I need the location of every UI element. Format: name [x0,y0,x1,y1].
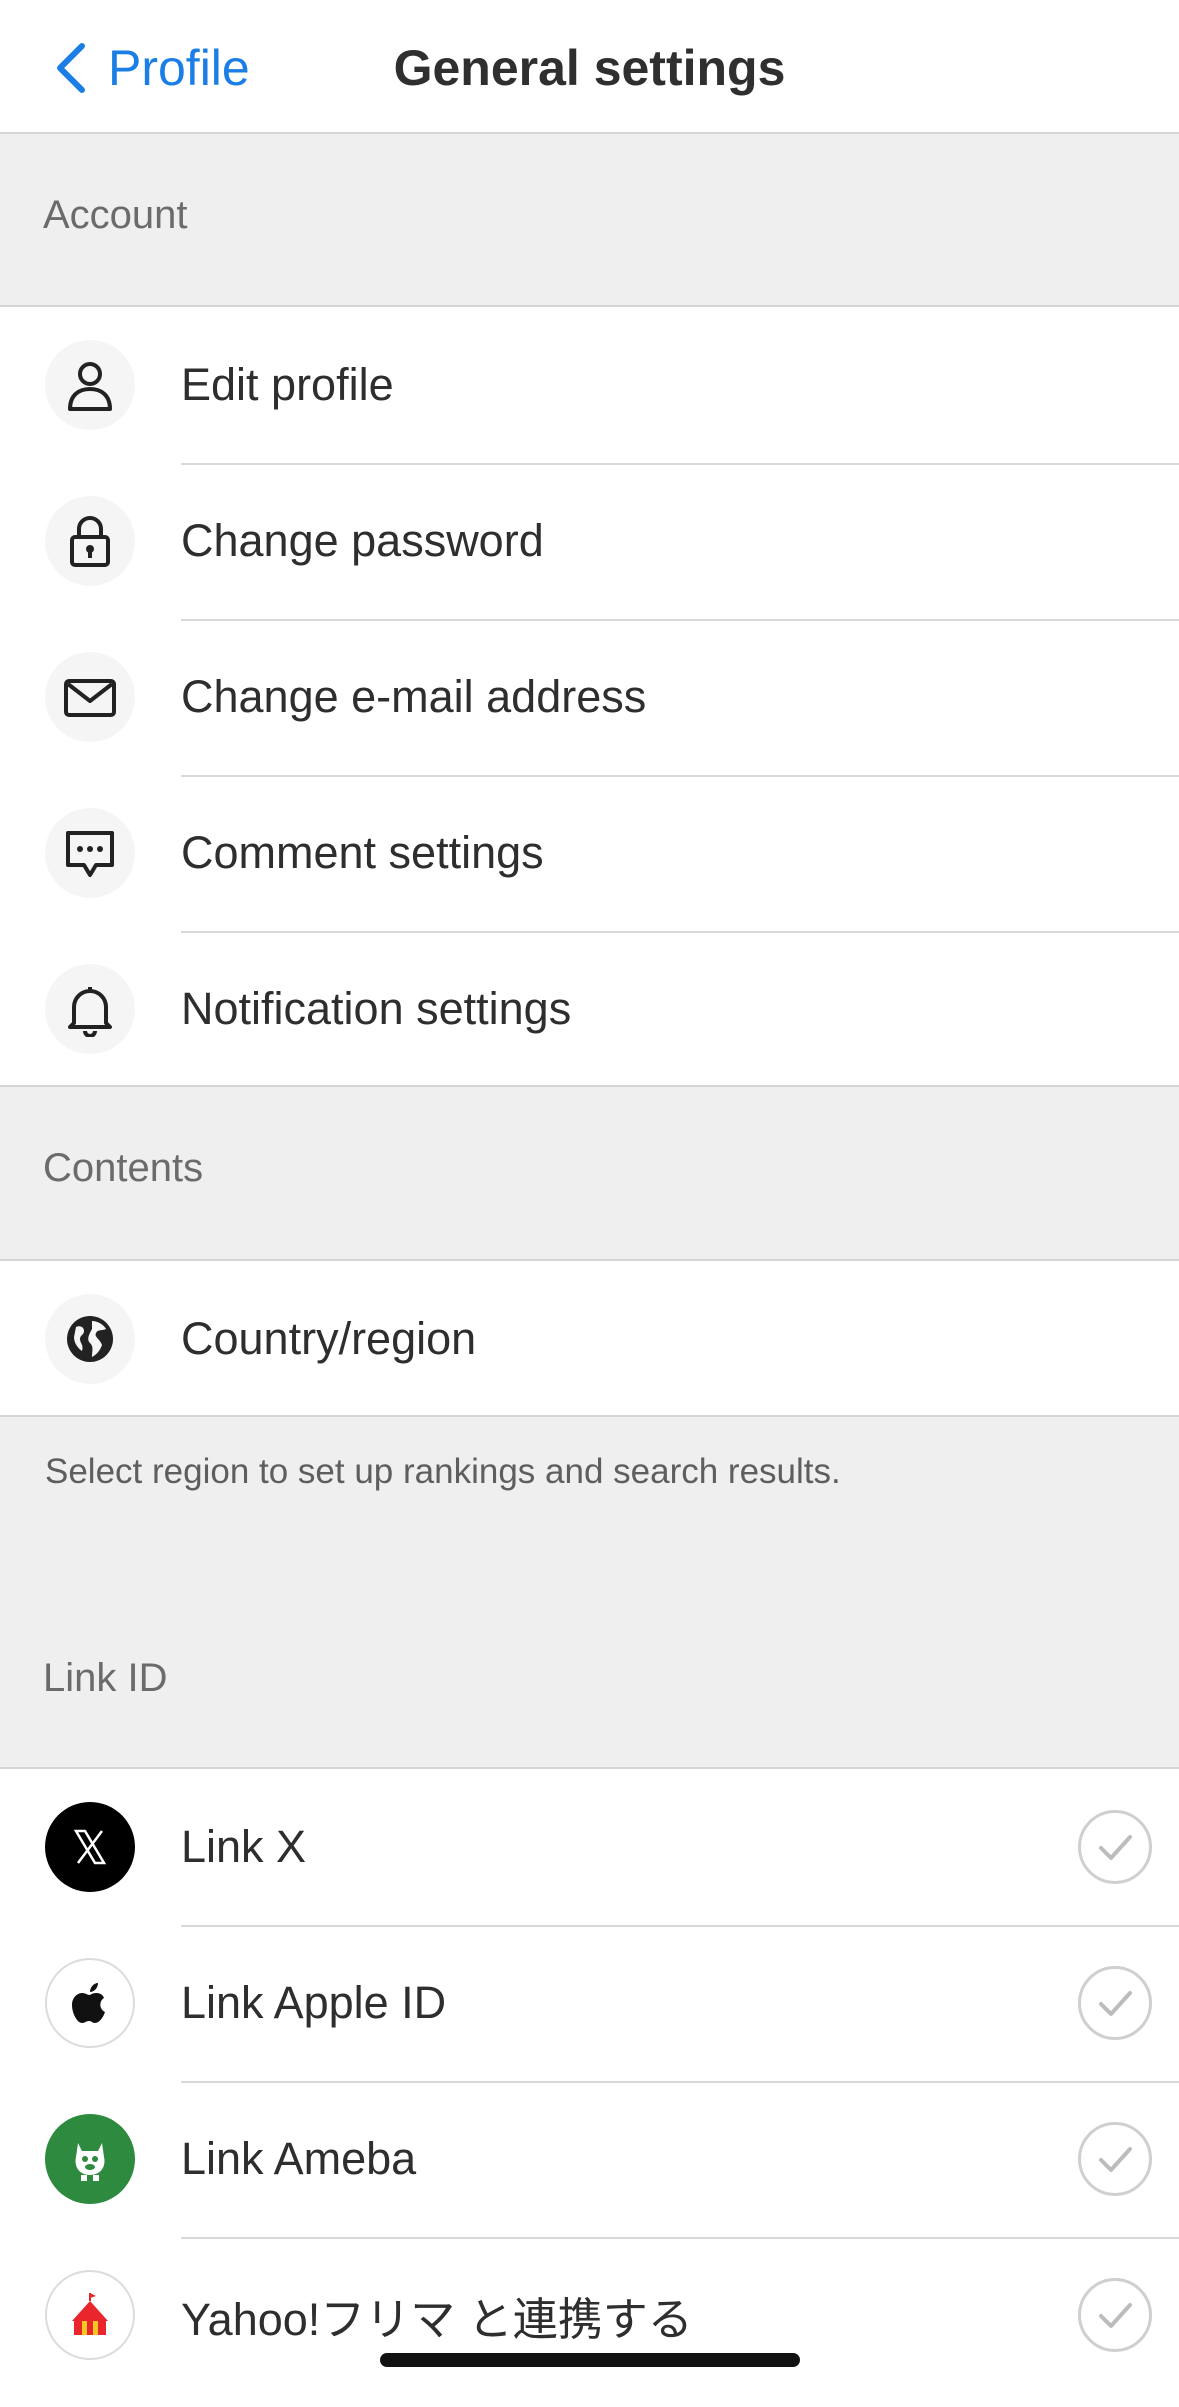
home-indicator [380,2353,800,2367]
person-icon [45,340,135,430]
comment-bubble-icon [45,808,135,898]
section-header-link-id: Link ID [43,1656,168,1700]
x-logo-icon [45,1802,135,1892]
yahoo-flea-market-icon [45,2270,135,2360]
section-header-contents: Contents [43,1146,204,1190]
comment-settings-row[interactable]: Comment settings [0,775,1179,931]
notification-settings-row[interactable]: Notification settings [0,931,1179,1087]
navigation-bar: Profile General settings [0,0,1179,134]
country-region-row[interactable]: Country/region [0,1261,1179,1417]
check-icon[interactable] [1078,1810,1152,1884]
apple-logo-icon [45,1958,135,2048]
change-password-label: Change password [181,515,544,566]
edit-profile-row[interactable]: Edit profile [0,307,1179,463]
link-id-group: Link X Link Apple ID Link Ameba Yahoo!フリ… [0,1767,1179,2407]
link-ameba-row[interactable]: Link Ameba [0,2081,1179,2237]
section-header-account: Account [43,193,188,237]
notification-settings-label: Notification settings [181,983,572,1034]
link-x-label: Link X [181,1821,307,1872]
change-email-label: Change e-mail address [181,671,647,722]
check-icon[interactable] [1078,1966,1152,2040]
globe-icon [45,1294,135,1384]
check-icon[interactable] [1078,2278,1152,2352]
edit-profile-label: Edit profile [181,359,394,410]
link-ameba-label: Link Ameba [181,2133,417,2184]
link-apple-id-label: Link Apple ID [181,1977,447,2028]
link-apple-id-row[interactable]: Link Apple ID [0,1925,1179,2081]
bell-icon [45,964,135,1054]
account-group: Edit profile Change password Change e-ma… [0,305,1179,1087]
link-yahoo-label: Yahoo!フリマ と連携する [181,2293,693,2345]
ameba-logo-icon [45,2114,135,2204]
change-email-row[interactable]: Change e-mail address [0,619,1179,775]
contents-group: Country/region [0,1259,1179,1417]
envelope-icon [45,652,135,742]
check-icon[interactable] [1078,2122,1152,2196]
link-yahoo-row[interactable]: Yahoo!フリマ と連携する [0,2237,1179,2393]
lock-icon [45,496,135,586]
country-region-label: Country/region [181,1313,477,1364]
change-password-row[interactable]: Change password [0,463,1179,619]
page-title: General settings [393,40,786,96]
link-x-row[interactable]: Link X [0,1769,1179,1925]
comment-settings-label: Comment settings [181,827,544,878]
region-footnote: Select region to set up rankings and sea… [45,1452,841,1491]
